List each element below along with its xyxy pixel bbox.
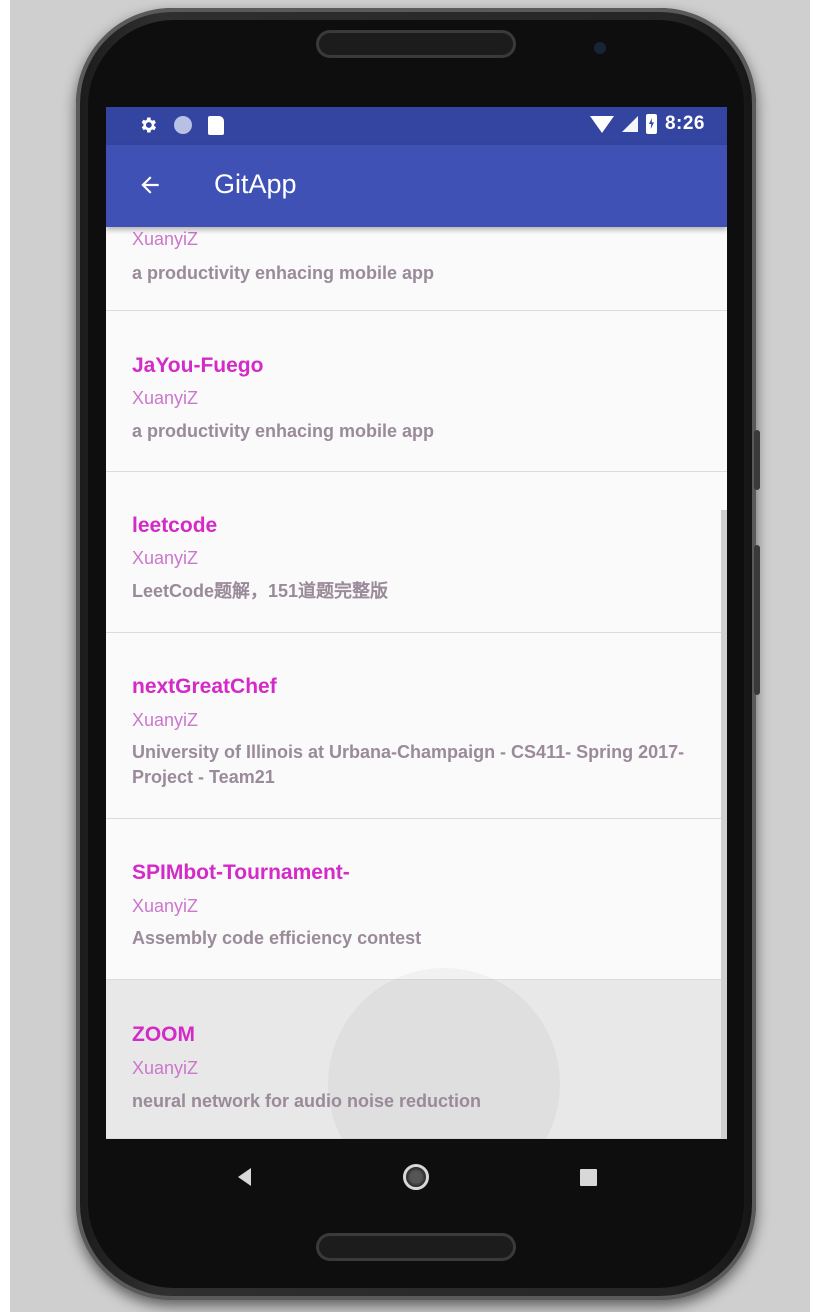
top-speaker-grille xyxy=(316,30,516,58)
bottom-speaker-grille xyxy=(316,1233,516,1261)
repo-name: SPIMbot-Tournament- xyxy=(132,861,350,884)
list-item[interactable]: SPIMbot-Tournament- XuanyiZ Assembly cod… xyxy=(106,819,727,980)
repo-name: nextGreatChef xyxy=(132,675,277,698)
page-title: GitApp xyxy=(214,169,297,199)
circle-notification-icon xyxy=(174,116,192,134)
sd-card-icon xyxy=(208,115,224,135)
list-item[interactable]: nextGreatChef XuanyiZ University of Illi… xyxy=(106,633,727,819)
repo-description: a productivity enhacing mobile app xyxy=(132,421,435,441)
app-toolbar: GitApp xyxy=(106,145,727,227)
repo-name: ZOOM xyxy=(132,1023,195,1046)
navigation-bar xyxy=(106,1139,727,1215)
list-item[interactable]: ZOOM XuanyiZ neural network for audio no… xyxy=(106,980,727,1139)
repo-description: neural network for audio noise reduction xyxy=(132,1091,482,1111)
list-item[interactable]: XuanyiZ a productivity enhacing mobile a… xyxy=(106,227,727,311)
wifi-icon xyxy=(589,115,614,133)
scrollbar[interactable] xyxy=(721,510,727,1139)
repo-owner: XuanyiZ xyxy=(132,710,199,730)
recents-square-icon xyxy=(579,1168,597,1186)
cell-signal-icon xyxy=(621,116,638,132)
power-button xyxy=(754,430,760,490)
status-time: 8:26 xyxy=(664,113,705,134)
repo-description: LeetCode题解，151道题完整版 xyxy=(132,581,389,601)
repo-description: Assembly code efficiency contest xyxy=(132,928,422,948)
repo-description: University of Illinois at Urbana-Champai… xyxy=(132,742,685,787)
status-bar: 8:26 xyxy=(106,107,727,145)
home-circle-icon xyxy=(403,1164,429,1190)
front-camera xyxy=(594,42,606,54)
status-left-icons xyxy=(138,115,224,135)
repo-owner: XuanyiZ xyxy=(132,896,199,916)
arrow-left-icon xyxy=(141,176,159,194)
list-item[interactable]: JaYou-Fuego XuanyiZ a productivity enhac… xyxy=(106,311,727,472)
battery-charging-icon xyxy=(645,114,657,134)
repo-name: JaYou-Fuego xyxy=(132,354,264,377)
back-triangle-icon xyxy=(237,1168,251,1186)
status-right-icons: 8:26 xyxy=(589,113,705,135)
volume-rocker xyxy=(754,545,760,695)
gear-icon xyxy=(141,117,156,133)
back-button[interactable] xyxy=(128,163,172,207)
repo-list[interactable]: XuanyiZ a productivity enhacing mobile a… xyxy=(106,227,727,1139)
repo-owner: XuanyiZ xyxy=(132,1058,199,1078)
repo-description: a productivity enhacing mobile app xyxy=(132,263,435,283)
nav-home-button[interactable] xyxy=(392,1153,440,1201)
repo-owner: XuanyiZ xyxy=(132,548,199,568)
nav-recents-button[interactable] xyxy=(564,1153,612,1201)
list-item[interactable]: leetcode XuanyiZ LeetCode题解，151道题完整版 xyxy=(106,472,727,633)
repo-name: leetcode xyxy=(132,514,218,537)
repo-owner: XuanyiZ xyxy=(132,229,199,249)
repo-owner: XuanyiZ xyxy=(132,388,199,408)
nav-back-button[interactable] xyxy=(220,1153,268,1201)
app-screen: 8:26 GitApp XuanyiZ a productivity enhac… xyxy=(106,107,727,1139)
